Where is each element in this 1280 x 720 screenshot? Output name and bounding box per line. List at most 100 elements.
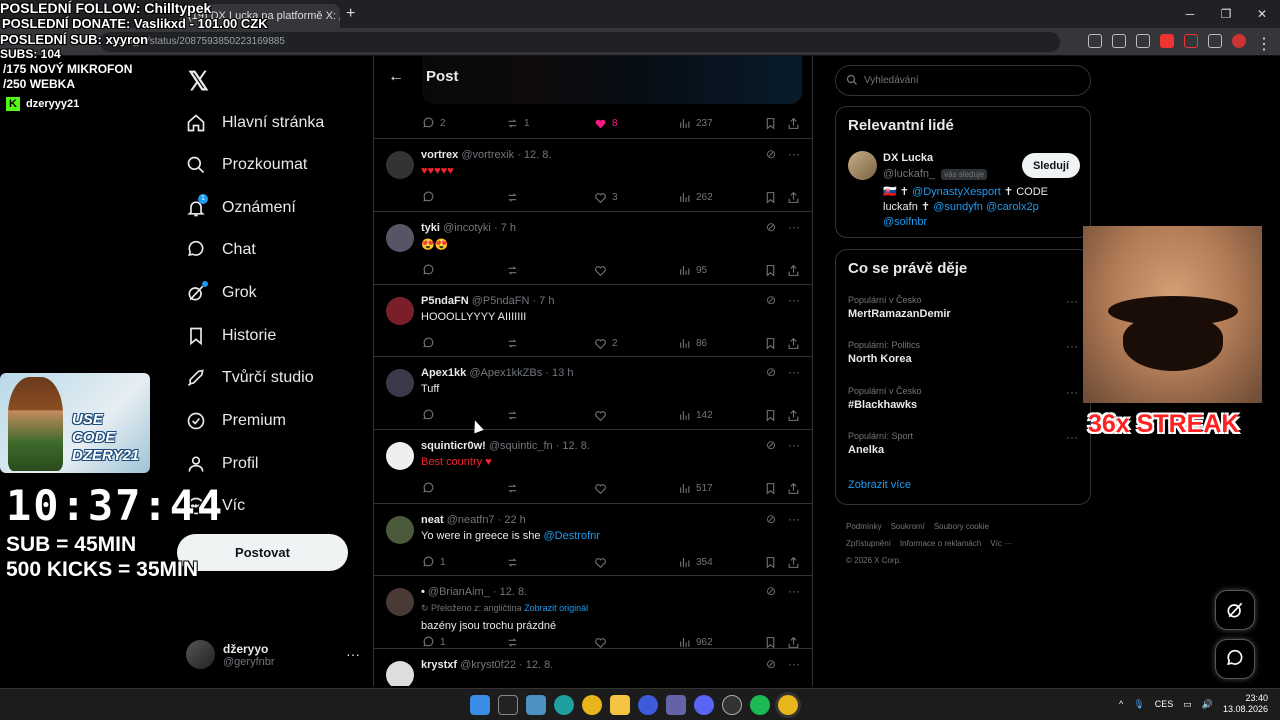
grok-icon[interactable]: ⊘: [766, 293, 776, 307]
nav-notifications[interactable]: 1 Oznámení: [186, 194, 296, 218]
nav-home[interactable]: Hlavní stránka: [186, 113, 324, 133]
tweet-author[interactable]: • @BrianAim_ · 12. 8.: [421, 586, 527, 598]
trend-item[interactable]: Populární v Česko MertRamazanDemir: [848, 295, 951, 320]
repost-button[interactable]: [506, 636, 519, 649]
maximize-icon[interactable]: ❐: [1208, 0, 1244, 28]
views-button[interactable]: 95: [678, 264, 707, 277]
tweet-author[interactable]: neat @neatfn7 · 22 h: [421, 514, 526, 526]
avatar[interactable]: [386, 442, 414, 470]
trend-more-icon[interactable]: ···: [1066, 294, 1078, 308]
chrome-icon[interactable]: [582, 695, 602, 715]
reply-tweet[interactable]: squinticr0w! @squintic_fn · 12. 8. ⊘ ··· Be…: [374, 429, 812, 503]
trend-item[interactable]: Populární: Politics North Korea: [848, 340, 920, 365]
show-more-link[interactable]: Zobrazit více: [848, 479, 911, 491]
clock[interactable]: 23:40 13.08.2026: [1223, 693, 1268, 715]
footer-link[interactable]: Víc ···: [990, 539, 1012, 548]
reply-tweet[interactable]: Apex1kk @Apex1kkZBs · 13 h ⊘ ··· Tuff 142: [374, 356, 812, 429]
grok-icon[interactable]: ⊘: [766, 365, 776, 379]
bookmark-button[interactable]: [764, 191, 777, 204]
like-button[interactable]: [594, 556, 612, 569]
more-options-icon[interactable]: ···: [788, 147, 800, 161]
volume-icon[interactable]: 🔊: [1202, 699, 1213, 710]
language-indicator[interactable]: CES: [1155, 699, 1174, 709]
show-original-link[interactable]: Zobrazit originál: [524, 603, 588, 613]
nav-grok[interactable]: Grok: [186, 281, 257, 303]
account-more-icon[interactable]: ···: [346, 646, 360, 662]
follow-button[interactable]: Sledují: [1022, 153, 1080, 178]
footer-link[interactable]: Soukromí: [891, 522, 925, 531]
avatar[interactable]: [386, 224, 414, 252]
nav-creator-studio[interactable]: Tvůrčí studio: [186, 368, 314, 388]
nav-explore[interactable]: Prozkoumat: [186, 155, 307, 175]
like-button[interactable]: [594, 482, 612, 495]
trend-more-icon[interactable]: ···: [1066, 430, 1078, 444]
repost-button[interactable]: [506, 556, 519, 569]
avatar[interactable]: [386, 151, 414, 179]
more-options-icon[interactable]: ···: [788, 438, 800, 452]
reply-tweet[interactable]: krystxf @kryst0f22 · 12. 8. ⊘ ···: [374, 648, 812, 686]
repost-button[interactable]: 1: [506, 117, 530, 130]
edge-icon[interactable]: [554, 695, 574, 715]
repost-button[interactable]: [506, 482, 519, 495]
star-icon[interactable]: [1136, 34, 1150, 48]
bio-link[interactable]: @sundyfn: [933, 201, 983, 213]
grok-icon[interactable]: ⊘: [766, 584, 776, 598]
puzzle-icon[interactable]: [1208, 34, 1222, 48]
close-window-icon[interactable]: ✕: [1244, 0, 1280, 28]
bookmark-button[interactable]: [764, 117, 777, 130]
reply-tweet[interactable]: neat @neatfn7 · 22 h ⊘ ··· Yo were in greec…: [374, 503, 812, 575]
trend-item[interactable]: Populární: Sport Anelka: [848, 431, 913, 456]
profile-icon[interactable]: [1232, 34, 1246, 48]
chevron-up-icon[interactable]: ^: [1119, 699, 1123, 709]
app-icon[interactable]: [526, 695, 546, 715]
nav-profile[interactable]: Profil: [186, 454, 258, 474]
grok-icon[interactable]: ⊘: [766, 147, 776, 161]
repost-button[interactable]: [506, 191, 519, 204]
avatar[interactable]: [848, 151, 877, 180]
views-button[interactable]: 517: [678, 482, 713, 495]
nav-history[interactable]: Historie: [186, 326, 276, 346]
avatar[interactable]: [386, 297, 414, 325]
grok-icon[interactable]: ⊘: [766, 438, 776, 452]
like-button[interactable]: [594, 409, 612, 422]
more-options-icon[interactable]: ···: [788, 512, 800, 526]
reply-button[interactable]: [422, 337, 440, 350]
grok-icon[interactable]: ⊘: [766, 220, 776, 234]
trend-item[interactable]: Populární v Česko #Blackhawks: [848, 386, 922, 411]
more-options-icon[interactable]: ···: [788, 657, 800, 671]
app-icon[interactable]: [722, 695, 742, 715]
reply-tweet[interactable]: tyki @incotyki · 7 h ⊘ ··· 😍😍 95: [374, 211, 812, 284]
reply-button[interactable]: [422, 264, 440, 277]
url-field[interactable]: ucka_fn/status/2087593850223169885: [100, 32, 1060, 52]
trend-more-icon[interactable]: ···: [1066, 385, 1078, 399]
repost-button[interactable]: [506, 409, 519, 422]
like-button[interactable]: [594, 264, 612, 277]
bookmark-button[interactable]: [764, 409, 777, 422]
install-icon[interactable]: [1112, 34, 1126, 48]
repost-button[interactable]: [506, 337, 519, 350]
views-button[interactable]: 962: [678, 636, 713, 649]
share-button[interactable]: [787, 337, 800, 350]
footer-link[interactable]: Zpřístupnění: [846, 539, 891, 548]
app-icon[interactable]: [638, 695, 658, 715]
bookmark-button[interactable]: [764, 482, 777, 495]
reply-tweet[interactable]: vortrex @vortrexik · 12. 8. ⊘ ··· ♥♥♥♥♥ 3 262: [374, 138, 812, 211]
bookmark-button[interactable]: [764, 636, 777, 649]
avatar[interactable]: [386, 661, 414, 686]
folder-icon[interactable]: [610, 695, 630, 715]
tweet-author[interactable]: krystxf @kryst0f22 · 12. 8.: [421, 659, 553, 671]
tweet-author[interactable]: squinticr0w! @squintic_fn · 12. 8.: [421, 440, 590, 452]
network-icon[interactable]: ▭: [1183, 699, 1192, 710]
menu-icon[interactable]: ⋮: [1256, 34, 1272, 53]
tweet-author[interactable]: vortrex @vortrexik · 12. 8.: [421, 149, 551, 161]
bookmark-button[interactable]: [764, 337, 777, 350]
like-button[interactable]: [594, 636, 612, 649]
views-button[interactable]: 237: [678, 117, 713, 130]
bookmark-button[interactable]: [764, 556, 777, 569]
reply-button[interactable]: 2: [422, 117, 446, 130]
repost-button[interactable]: [506, 264, 519, 277]
reply-tweet[interactable]: P5ndaFN @P5ndaFN · 7 h ⊘ ··· HOOOLLYYYY AII…: [374, 284, 812, 356]
bio-link[interactable]: @carolx2p: [986, 201, 1039, 213]
zoom-icon[interactable]: [1088, 34, 1102, 48]
tweet-author[interactable]: Apex1kk @Apex1kkZBs · 13 h: [421, 367, 573, 379]
